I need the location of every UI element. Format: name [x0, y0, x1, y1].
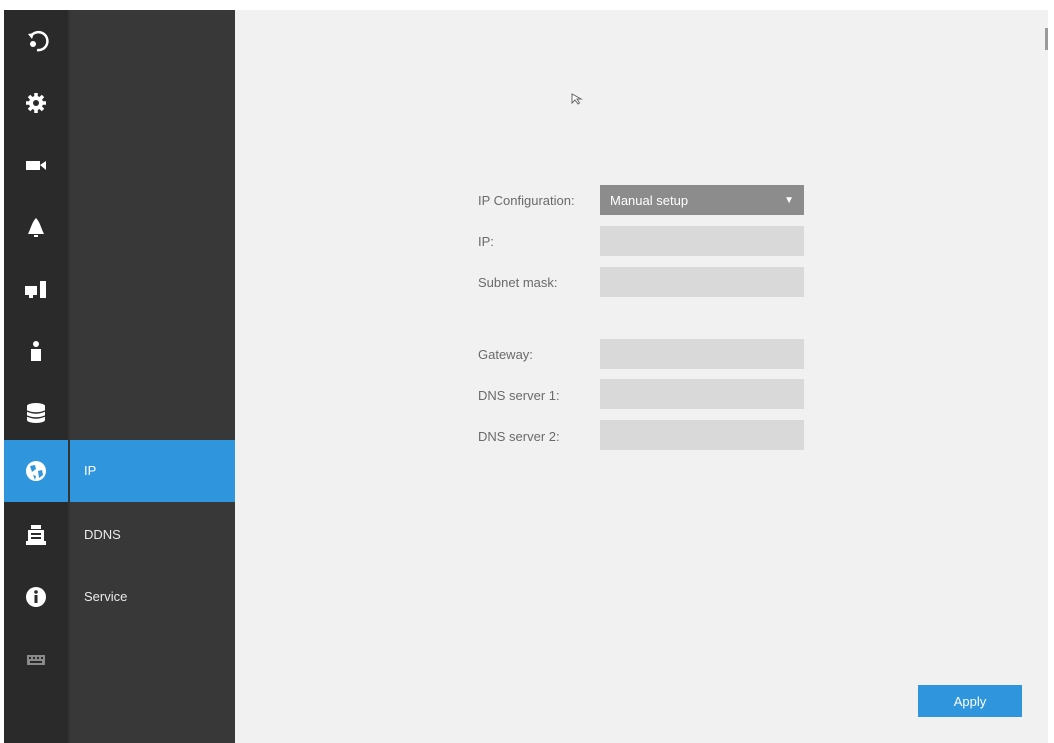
keyboard-button[interactable]: [4, 628, 68, 690]
settings-button[interactable]: [4, 72, 68, 134]
scrollbar-thumb[interactable]: [1045, 28, 1048, 50]
user-button[interactable]: [4, 320, 68, 382]
alarm-bell-icon: [23, 214, 49, 240]
dns-server-2-field[interactable]: [600, 420, 804, 450]
calendar-icon: [23, 522, 49, 548]
logout-button[interactable]: [4, 10, 68, 72]
submenu-item-ip[interactable]: IP: [70, 440, 235, 502]
mouse-cursor-icon: [570, 92, 584, 106]
subnet-mask-field[interactable]: [600, 267, 804, 297]
subnet-mask-label: Subnet mask:: [478, 275, 558, 290]
info-icon: [23, 584, 49, 610]
user-icon: [23, 338, 49, 364]
camera-icon: [23, 152, 49, 178]
logout-icon: [23, 28, 49, 54]
ip-configuration-select[interactable]: Manual setup ▼: [600, 185, 804, 215]
network-submenu: IP DDNS Service: [68, 10, 235, 743]
ip-label: IP:: [478, 234, 494, 249]
device-icon: [23, 276, 49, 302]
calendar-button[interactable]: [4, 504, 68, 566]
ip-configuration-label: IP Configuration:: [478, 193, 575, 208]
keyboard-icon: [23, 646, 49, 672]
storage-icon: [23, 400, 49, 426]
submenu-item-ddns[interactable]: DDNS: [70, 504, 235, 566]
dns-server-1-label: DNS server 1:: [478, 388, 560, 403]
gateway-label: Gateway:: [478, 347, 533, 362]
dns-server-2-label: DNS server 2:: [478, 429, 560, 444]
submenu-item-service[interactable]: Service: [70, 566, 235, 628]
main-window: IP DDNS Service IP Configuration: Manual…: [4, 10, 1048, 743]
icon-sidebar: [4, 10, 68, 743]
dns-server-1-field[interactable]: [600, 379, 804, 409]
chevron-down-icon: ▼: [784, 194, 794, 206]
ip-field[interactable]: [600, 226, 804, 256]
gateway-field[interactable]: [600, 339, 804, 369]
camera-button[interactable]: [4, 134, 68, 196]
apply-button[interactable]: Apply: [918, 685, 1022, 717]
network-globe-icon: [23, 458, 49, 484]
gear-icon: [23, 90, 49, 116]
alarm-button[interactable]: [4, 196, 68, 258]
ip-configuration-value: Manual setup: [610, 192, 689, 208]
device-button[interactable]: [4, 258, 68, 320]
info-button[interactable]: [4, 566, 68, 628]
network-button[interactable]: [4, 440, 68, 502]
storage-button[interactable]: [4, 382, 68, 444]
